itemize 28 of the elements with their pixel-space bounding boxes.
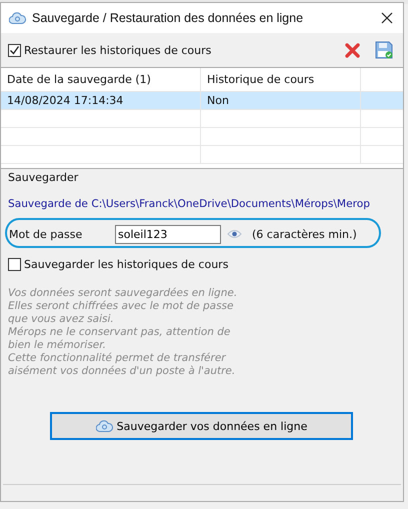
history-checkbox[interactable]: Sauvegarder les historiques de cours bbox=[8, 258, 403, 271]
info-text: bien le mémoriser. bbox=[8, 339, 107, 352]
password-label: Mot de passe bbox=[9, 228, 84, 240]
info-text: Elles seront chiffrées avec le mot de passe bbox=[8, 300, 234, 313]
checkbox[interactable] bbox=[8, 258, 21, 271]
info-text: que vous avez saisi. bbox=[8, 313, 115, 326]
eye-icon[interactable] bbox=[227, 229, 242, 239]
table-cell: 14/08/2024 17:14:34 bbox=[1, 92, 201, 109]
table-row[interactable]: 14/08/2024 17:14:34 Non bbox=[1, 92, 403, 110]
column-header[interactable]: Date de la sauvegarde (1) bbox=[1, 68, 201, 91]
info-text: Vos données seront sauvegardées en ligne. bbox=[8, 287, 238, 300]
save-online-button[interactable]: Sauvegarder vos données en ligne bbox=[50, 412, 353, 440]
restore-checkbox[interactable]: Restaurer les historiques de cours bbox=[8, 44, 212, 56]
close-icon[interactable] bbox=[381, 12, 393, 24]
checkbox[interactable] bbox=[8, 44, 21, 56]
password-field[interactable]: soleil123 bbox=[115, 224, 221, 244]
column-header[interactable]: Historique de cours bbox=[201, 68, 361, 91]
window-title: Sauvegarde / Restauration des données en ligne bbox=[32, 11, 304, 25]
password-hint: (6 caractères min.) bbox=[252, 228, 357, 240]
cloud-icon bbox=[9, 12, 26, 24]
table-cell: Non bbox=[201, 92, 361, 109]
delete-icon[interactable] bbox=[344, 42, 361, 58]
group-title: Sauvegarder bbox=[8, 171, 80, 184]
info-text: aisément vos données d'un poste à l'autre. bbox=[8, 365, 236, 378]
info-text: Cette fonctionnalité permet de transférer bbox=[8, 352, 227, 365]
cloud-icon bbox=[96, 420, 113, 432]
source-path: Sauvegarde de C:\Users\Franck\OneDrive\Documents\Mérops\Merop bbox=[8, 198, 371, 210]
info-text: Mérops ne le conservant pas, attention de bbox=[8, 326, 232, 339]
